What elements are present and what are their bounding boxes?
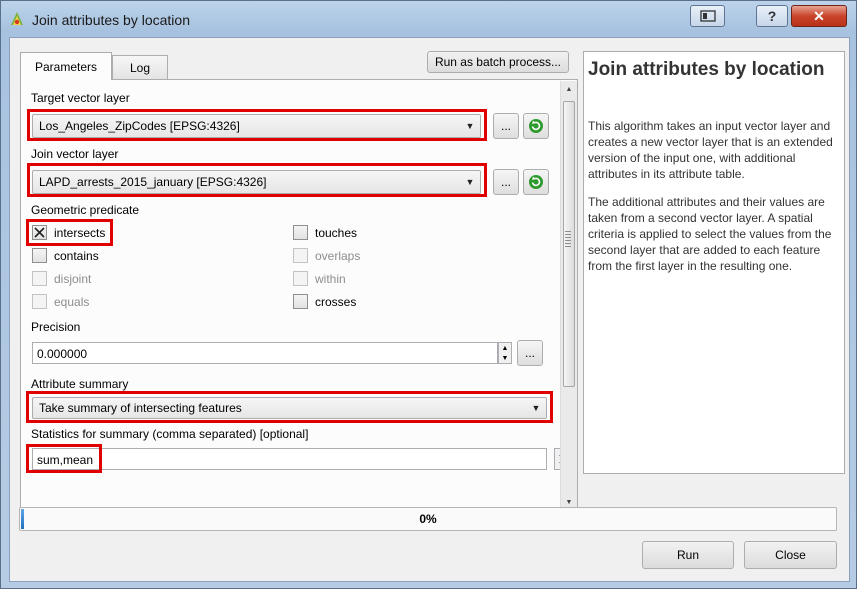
help-title-button[interactable]: ?	[756, 5, 788, 27]
progress-bar: 0%	[19, 507, 837, 531]
target-layer-value: Los_Angeles_ZipCodes [EPSG:4326]	[39, 119, 240, 133]
disjoint-label: disjoint	[54, 272, 92, 286]
help-panel: Join attributes by location This algorit…	[583, 51, 845, 474]
equals-label: equals	[54, 295, 90, 309]
intersects-checkbox[interactable]	[32, 225, 47, 240]
run-button[interactable]: Run	[642, 541, 734, 569]
refresh-icon	[529, 175, 543, 189]
progress-label: 0%	[419, 512, 437, 526]
precision-value: 0.000000	[37, 347, 88, 361]
refresh-icon	[529, 119, 543, 133]
summary-combo[interactable]: Take summary of intersecting features ▼	[32, 397, 547, 419]
grip-icon	[565, 231, 571, 247]
summary-label: Attribute summary	[31, 377, 129, 391]
target-layer-label: Target vector layer	[31, 91, 130, 105]
join-layer-label: Join vector layer	[31, 147, 119, 161]
join-browse-button[interactable]: ...	[493, 169, 519, 195]
title-bar: Join attributes by location ? ✕	[1, 1, 856, 37]
scroll-up-icon[interactable]: ▲	[561, 81, 577, 98]
stats-value: sum,mean	[37, 453, 94, 467]
parameters-panel: Target vector layer Los_Angeles_ZipCodes…	[20, 79, 578, 513]
summary-value: Take summary of intersecting features	[39, 401, 242, 415]
target-iterate-refresh-button[interactable]	[523, 113, 549, 139]
precision-label: Precision	[31, 320, 81, 334]
close-button[interactable]: Close	[744, 541, 837, 569]
stats-input[interactable]: sum,mean	[32, 448, 547, 470]
stats-label: Statistics for summary (comma separated)…	[31, 427, 309, 441]
help-paragraph-1: This algorithm takes an input vector lay…	[588, 119, 833, 181]
precision-spinner[interactable]: ▲ ▼	[498, 342, 512, 364]
intersects-label: intersects	[54, 226, 106, 240]
target-browse-button[interactable]: ...	[493, 113, 519, 139]
join-layer-combo[interactable]: LAPD_arrests_2015_january [EPSG:4326] ▼	[32, 170, 481, 194]
join-iterate-refresh-button[interactable]	[523, 169, 549, 195]
precision-input[interactable]: 0.000000	[32, 342, 498, 364]
contains-checkbox[interactable]	[32, 248, 47, 263]
qgis-app-icon	[11, 12, 23, 25]
contains-label: contains	[54, 249, 99, 263]
spin-down-icon[interactable]: ▼	[499, 353, 511, 363]
chevron-down-icon: ▼	[465, 121, 475, 131]
overlaps-label: overlaps	[315, 249, 361, 263]
predicate-label: Geometric predicate	[31, 203, 140, 217]
touches-label: touches	[315, 226, 358, 240]
close-window-button[interactable]: ✕	[791, 5, 847, 27]
within-label: within	[315, 272, 346, 286]
touches-checkbox[interactable]	[293, 225, 308, 240]
within-checkbox[interactable]	[293, 271, 308, 286]
check-x-icon	[34, 227, 45, 238]
precision-browse-button[interactable]: ...	[517, 340, 543, 366]
target-layer-combo[interactable]: Los_Angeles_ZipCodes [EPSG:4326] ▼	[32, 114, 481, 138]
spin-up-icon[interactable]: ▲	[499, 343, 511, 353]
join-layer-value: LAPD_arrests_2015_january [EPSG:4326]	[39, 175, 267, 189]
tab-parameters[interactable]: Parameters	[20, 52, 112, 80]
chevron-down-icon: ▼	[531, 403, 541, 413]
run-batch-button[interactable]: Run as batch process...	[427, 51, 569, 73]
tab-log[interactable]: Log	[112, 55, 168, 79]
crosses-checkbox[interactable]	[293, 294, 308, 309]
disjoint-checkbox[interactable]	[32, 271, 47, 286]
chevron-down-icon: ▼	[465, 177, 475, 187]
crosses-label: crosses	[315, 295, 357, 309]
help-title: Join attributes by location	[588, 59, 825, 80]
restore-icon[interactable]	[690, 5, 725, 27]
window-title: Join attributes by location	[32, 12, 190, 28]
help-paragraph-2: The additional attributes and their valu…	[588, 195, 832, 273]
equals-checkbox[interactable]	[32, 294, 47, 309]
overlaps-checkbox[interactable]	[293, 248, 308, 263]
panel-scrollbar[interactable]: ▲ ▼	[560, 81, 577, 511]
dialog-client-area: Parameters Log Run as batch process... T…	[9, 37, 850, 582]
dialog-window: Join attributes by location ? ✕ Paramete…	[0, 0, 857, 589]
